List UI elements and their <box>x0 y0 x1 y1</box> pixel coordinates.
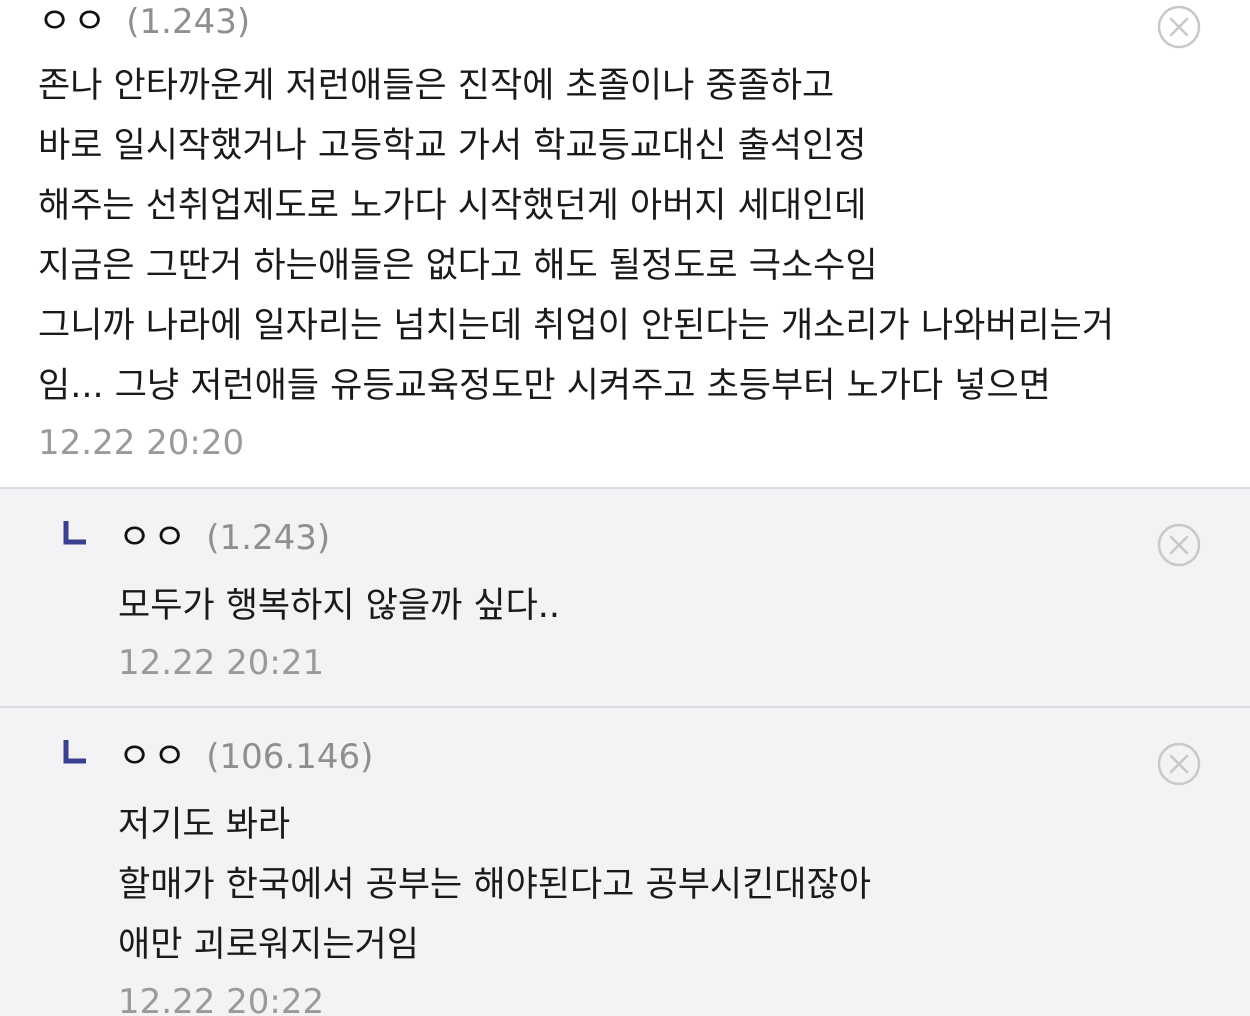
comment-line: 모두가 행복하지 않을까 싶다.. <box>118 586 561 626</box>
reply-item: ㅇㅇ (1.243) 모두가 행복하지 않을까 싶다.. 12.22 20:21 <box>0 487 1250 706</box>
comment-line: 임... 그냥 저런애들 유등교육정도만 시켜주고 초등부터 노가다 넣으면 <box>38 366 1051 406</box>
comment-line: 바로 일시작했거나 고등학교 가서 학교등교대신 출석인정 <box>38 126 867 166</box>
comment-body: 저기도 봐라 할매가 한국에서 공부는 해야된다고 공부시킨대잖아 애만 괴로워… <box>118 795 871 975</box>
reply-item: ㅇㅇ (106.146) 저기도 봐라 할매가 한국에서 공부는 해야된다고 공… <box>0 706 1250 1016</box>
author-nickname[interactable]: ㅇㅇ <box>118 735 188 779</box>
author-nickname[interactable]: ㅇㅇ <box>38 0 108 44</box>
comment-item: ㅇㅇ (1.243) 존나 안타까운게 저런애들은 진작에 초졸이나 중졸하고 … <box>0 0 1250 487</box>
comment-timestamp: 12.22 20:20 <box>38 423 245 463</box>
author-ip: (1.243) <box>206 518 331 558</box>
comment-line: 지금은 그딴거 하는애들은 없다고 해도 될정도로 극소수임 <box>38 246 878 286</box>
author-ip: (1.243) <box>126 2 251 42</box>
comment-body: 모두가 행복하지 않을까 싶다.. <box>118 576 560 636</box>
comment-body: 존나 안타까운게 저런애들은 진작에 초졸이나 중졸하고 바로 일시작했거나 고… <box>38 56 1114 416</box>
comment-line: 애만 괴로워지는거임 <box>118 925 419 965</box>
close-circle-icon[interactable] <box>1157 5 1201 49</box>
comment-author-row: ㅇㅇ (106.146) <box>118 735 373 779</box>
comment-list: ㅇㅇ (1.243) 존나 안타까운게 저런애들은 진작에 초졸이나 중졸하고 … <box>0 0 1250 1016</box>
comment-line: 존나 안타까운게 저런애들은 진작에 초졸이나 중졸하고 <box>38 66 835 106</box>
comment-line: 그니까 나라에 일자리는 넘치는데 취업이 안된다는 개소리가 나와버리는거 <box>38 306 1115 346</box>
comment-author-row: ㅇㅇ (1.243) <box>38 0 250 44</box>
author-nickname[interactable]: ㅇㅇ <box>118 516 188 560</box>
comment-line: 할매가 한국에서 공부는 해야된다고 공부시킨대잖아 <box>118 865 871 905</box>
comment-timestamp: 12.22 20:21 <box>118 643 325 683</box>
reply-arrow-icon <box>63 521 86 545</box>
reply-arrow-icon <box>63 740 86 764</box>
close-circle-icon[interactable] <box>1157 523 1201 567</box>
comment-line: 해주는 선취업제도로 노가다 시작했던게 아버지 세대인데 <box>38 186 867 226</box>
comment-author-row: ㅇㅇ (1.243) <box>118 516 330 560</box>
author-ip: (106.146) <box>206 737 374 777</box>
close-circle-icon[interactable] <box>1157 742 1201 786</box>
comment-line: 저기도 봐라 <box>118 805 291 845</box>
comment-timestamp: 12.22 20:22 <box>118 982 325 1016</box>
